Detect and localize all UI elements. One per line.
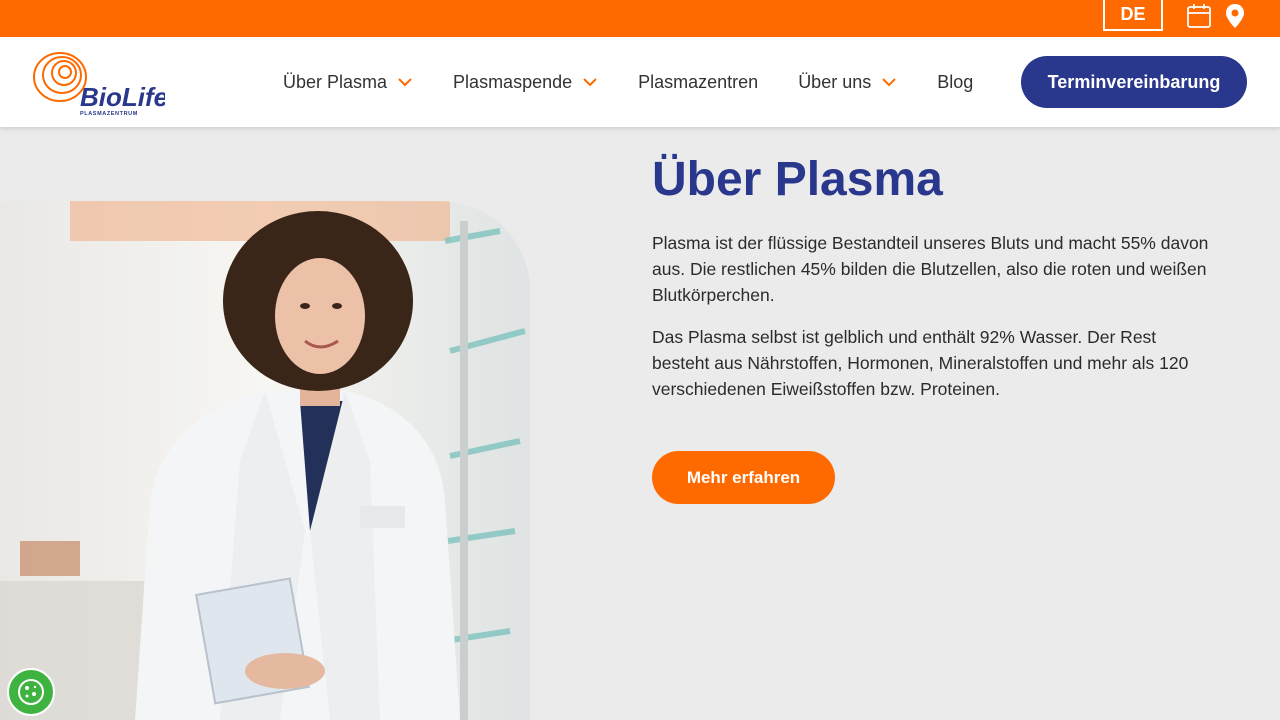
learn-more-button[interactable]: Mehr erfahren [652,451,835,504]
appointment-button[interactable]: Terminvereinbarung [1021,56,1247,108]
nav-item-label: Plasmazentren [638,71,759,92]
biolife-logo[interactable]: BioLife PLASMAZENTRUM [30,49,168,117]
chevron-down-icon [582,77,598,87]
chevron-down-icon [397,77,413,87]
nav-item-label: Blog [937,71,974,92]
main-navigation: Über Plasma Plasmaspende Plasmazentren Ü… [283,37,1013,127]
nav-item-label: Plasmaspende [453,71,573,92]
nav-item-ueber-uns[interactable]: Über uns [798,72,897,93]
nav-item-label: Über Plasma [283,71,388,92]
cookie-settings-button[interactable] [7,668,55,716]
top-utility-bar: DE [0,0,1280,37]
chevron-down-icon [881,77,897,87]
nav-item-ueber-plasma[interactable]: Über Plasma [283,72,413,93]
detail-paragraph: Das Plasma selbst ist gelblich und enthä… [652,327,1189,399]
page-title: Über Plasma [652,153,943,206]
main-header: BioLife PLASMAZENTRUM Über Plasma Plasma… [0,37,1280,127]
cookie-icon [18,679,44,705]
calendar-icon[interactable] [1186,3,1212,29]
brand-subtitle: PLASMAZENTRUM [80,111,138,117]
map-pin-icon[interactable] [1222,3,1248,29]
nav-item-plasmazentren[interactable]: Plasmazentren [638,72,758,93]
intro-paragraph: Plasma ist der flüssige Bestandteil unse… [652,233,1209,305]
brand-name: BioLife [80,82,165,112]
language-selector[interactable]: DE [1103,0,1163,31]
nav-item-label: Über uns [798,71,872,92]
nav-item-plasmaspende[interactable]: Plasmaspende [453,72,598,93]
hero-image [0,201,530,720]
nav-item-blog[interactable]: Blog [937,72,973,93]
